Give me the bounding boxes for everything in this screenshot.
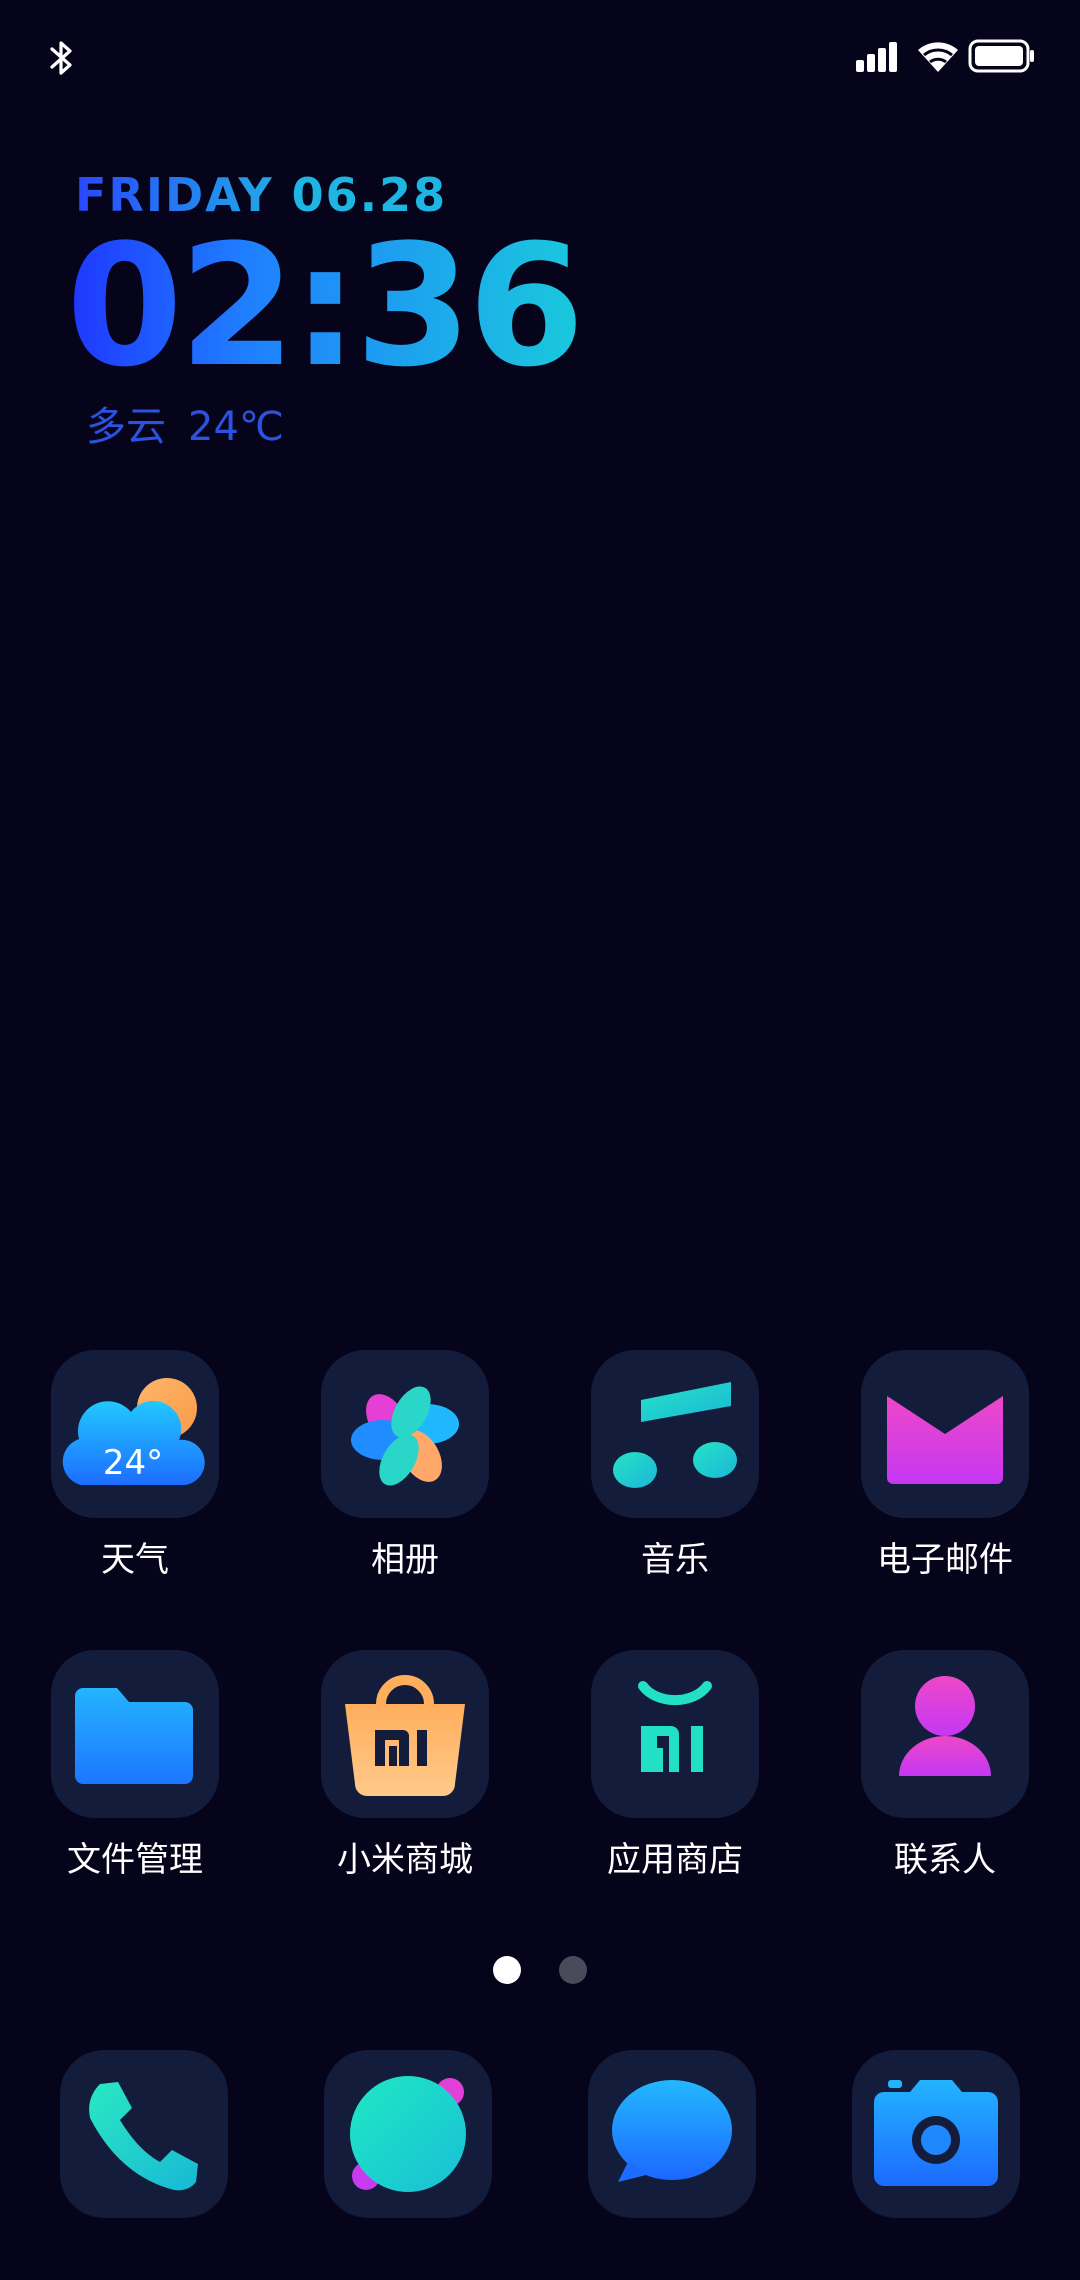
gallery-icon [321, 1350, 489, 1518]
bluetooth-icon [50, 41, 72, 75]
clock-widget[interactable]: FRIDAY 06.28 02:36 多云 24℃ [66, 162, 590, 452]
app-mi-store[interactable]: 小米商城 [295, 1650, 515, 1890]
music-icon [591, 1350, 759, 1518]
wifi-icon [918, 42, 958, 72]
app-label: 相册 [371, 1540, 439, 1580]
app-app-store[interactable]: 应用商店 [565, 1650, 785, 1890]
dock-camera[interactable] [852, 2050, 1020, 2218]
camera-icon [874, 2080, 998, 2186]
app-gallery[interactable]: 相册 [295, 1350, 515, 1590]
app-music[interactable]: 音乐 [565, 1350, 785, 1590]
folder-icon [51, 1650, 219, 1818]
weather-icon: 24° [51, 1350, 219, 1518]
app-label: 电子邮件 [877, 1540, 1013, 1580]
app-files[interactable]: 文件管理 [25, 1650, 245, 1890]
app-store-icon [591, 1650, 759, 1818]
email-icon [861, 1350, 1029, 1518]
app-label: 应用商店 [607, 1840, 743, 1880]
temperature-text: 24℃ [188, 404, 284, 450]
weather-summary: 多云 24℃ [86, 394, 284, 452]
time-text: 02:36 [66, 208, 585, 404]
status-bar [0, 0, 1080, 116]
dock-phone[interactable] [60, 2050, 228, 2218]
shopping-bag-icon [321, 1650, 489, 1818]
messages-icon [612, 2080, 732, 2182]
app-label: 小米商城 [337, 1840, 473, 1880]
home-screen: FRIDAY 06.28 02:36 多云 24℃ 24° 天气 相册 音乐 电… [0, 0, 1080, 2280]
phone-icon [89, 2082, 198, 2191]
page-indicator-dot-active[interactable] [493, 1956, 521, 1984]
app-contacts[interactable]: 联系人 [835, 1650, 1055, 1890]
battery-icon [968, 39, 1034, 73]
app-label: 联系人 [894, 1840, 996, 1880]
app-weather[interactable]: 24° 天气 [25, 1350, 245, 1590]
app-label: 音乐 [641, 1540, 709, 1580]
app-label: 文件管理 [67, 1840, 203, 1880]
app-email[interactable]: 电子邮件 [835, 1350, 1055, 1590]
weather-badge: 24° [103, 1443, 163, 1483]
signal-icon [856, 42, 897, 72]
weather-condition: 多云 [86, 404, 166, 450]
dock-messages[interactable] [588, 2050, 756, 2218]
contacts-icon [861, 1650, 1029, 1818]
dock-browser[interactable] [324, 2050, 492, 2218]
app-label: 天气 [101, 1540, 169, 1580]
browser-icon [350, 2076, 466, 2192]
page-indicator-dot[interactable] [559, 1956, 587, 1984]
